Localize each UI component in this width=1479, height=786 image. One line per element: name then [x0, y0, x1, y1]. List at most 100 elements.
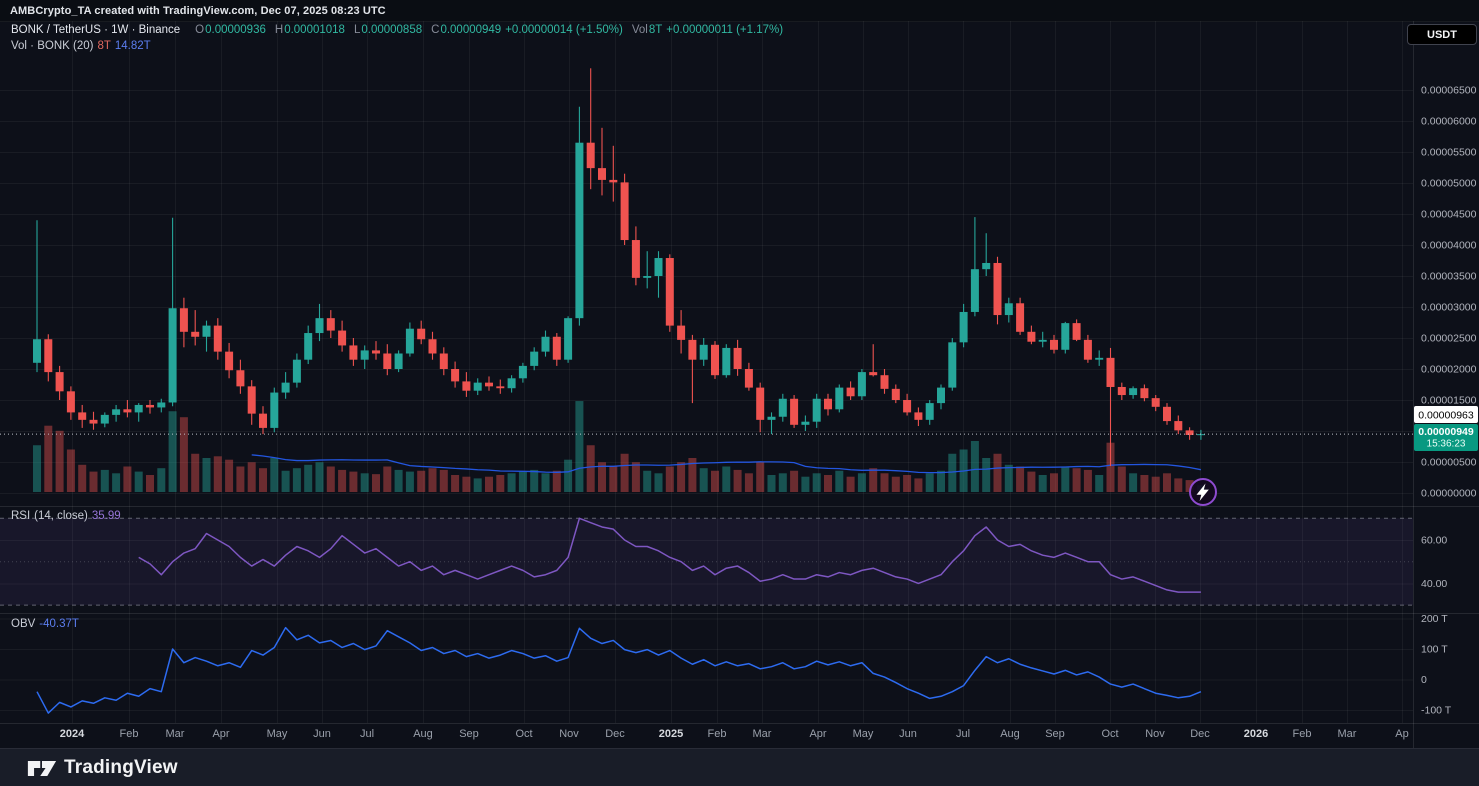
candle-body — [349, 345, 357, 359]
volume-bar — [146, 475, 154, 492]
volume-bar — [632, 462, 640, 492]
candle-body — [496, 386, 504, 388]
candle-body — [78, 412, 86, 419]
volume-bar — [123, 467, 131, 493]
volume-bar — [881, 473, 889, 492]
volume-bar — [496, 475, 504, 492]
volume-bar — [801, 477, 809, 492]
volume-bar — [768, 475, 776, 492]
volume-bar — [982, 458, 990, 492]
month-label: Oct — [515, 728, 532, 740]
candle-body — [655, 258, 663, 276]
candle-body — [1163, 407, 1171, 421]
candle-body — [90, 420, 98, 424]
candle-body — [632, 240, 640, 278]
volume-bar — [609, 467, 617, 493]
price-tick-label: 0.00006500 — [1421, 85, 1477, 97]
volume-bar — [722, 467, 730, 493]
volume-bar — [316, 462, 324, 492]
month-label: Apr — [212, 728, 229, 740]
obv-tick-label: 200 T — [1421, 613, 1448, 625]
lightning-button[interactable] — [1190, 479, 1216, 505]
candle-body — [734, 348, 742, 369]
time-axis[interactable]: 2024FebMarAprMayJunJulAugSepOctNovDec202… — [60, 728, 1409, 740]
candle-body — [711, 345, 719, 375]
candle-body — [1118, 387, 1126, 395]
candle-body — [361, 350, 369, 359]
volume-bar — [564, 460, 572, 492]
candle-body — [587, 143, 595, 168]
price-tick-label: 0.00004000 — [1421, 240, 1477, 252]
volume-bar — [1129, 473, 1137, 492]
candle-body — [225, 352, 233, 371]
volume-bar — [756, 462, 764, 492]
tradingview-logo[interactable]: TradingView — [27, 757, 178, 779]
chart-canvas[interactable]: 0.000065000.000060000.000055000.00005000… — [0, 21, 1479, 748]
volume-bar — [994, 454, 1002, 492]
volume-bar — [101, 470, 109, 492]
volume-bar — [530, 470, 538, 492]
candle-body — [542, 337, 550, 352]
volume-bar — [270, 458, 278, 492]
candle-body — [508, 378, 516, 388]
candle-body — [1152, 398, 1160, 407]
volume-bar — [937, 471, 945, 492]
candle-body — [372, 350, 380, 353]
candle-body — [677, 326, 685, 340]
volume-bar — [1005, 465, 1013, 492]
rsi-band — [0, 518, 1413, 605]
volume-bar — [587, 445, 595, 492]
gridlines — [0, 21, 1413, 723]
candle-body — [417, 329, 425, 340]
candle-body — [293, 360, 301, 383]
price-tick-label: 0.00005500 — [1421, 147, 1477, 159]
price-tick-label: 0.00003500 — [1421, 271, 1477, 283]
candle-body — [835, 388, 843, 410]
candle-body — [869, 372, 877, 375]
currency-toggle-button[interactable]: USDT — [1407, 24, 1477, 45]
candle-body — [982, 263, 990, 269]
volume-bar — [745, 473, 753, 492]
last-price-label-text: 0.00000949 — [1418, 426, 1474, 438]
volume-bar — [824, 475, 832, 492]
volume-bar — [508, 473, 516, 492]
candle-body — [960, 312, 968, 342]
price-tick-label: 0.00001500 — [1421, 395, 1477, 407]
candle-body — [801, 422, 809, 425]
countdown-text: 15:36:23 — [1427, 439, 1466, 450]
month-label: Feb — [708, 728, 727, 740]
candle-body — [33, 339, 41, 363]
obv-line — [37, 628, 1201, 713]
volume-bar — [293, 468, 301, 492]
candle-body — [191, 332, 199, 337]
price-tick-label: 0.00002500 — [1421, 333, 1477, 345]
candle-body — [1061, 323, 1069, 350]
volume-bar — [225, 460, 233, 492]
volume-bar — [971, 441, 979, 492]
candle-body — [881, 375, 889, 389]
rsi-tick-label: 40.00 — [1421, 578, 1447, 590]
candle-body — [971, 269, 979, 312]
candle-body — [903, 400, 911, 412]
volume-bar — [191, 454, 199, 492]
volume-bar — [734, 470, 742, 492]
candle-body — [383, 354, 391, 370]
volume-bar — [1084, 470, 1092, 492]
candle-body — [1039, 340, 1047, 342]
attribution-bar: AMBCrypto_TA created with TradingView.co… — [0, 0, 1479, 22]
price-axis[interactable]: 0.000065000.000060000.000055000.00005000… — [1421, 85, 1477, 717]
volume-bar — [349, 472, 357, 492]
month-label: Jun — [899, 728, 917, 740]
volume-bar — [869, 468, 877, 492]
candle-body — [598, 168, 606, 180]
candle-body — [236, 370, 244, 386]
price-tick-label: 0.00002000 — [1421, 364, 1477, 376]
candle-body — [451, 369, 459, 381]
candle-body — [756, 388, 764, 420]
candle-body — [948, 342, 956, 387]
volume-bar — [1174, 478, 1182, 492]
candle-body — [745, 369, 753, 388]
volume-bar — [1140, 475, 1148, 492]
month-label: Aug — [1000, 728, 1020, 740]
month-label: Sep — [1045, 728, 1065, 740]
